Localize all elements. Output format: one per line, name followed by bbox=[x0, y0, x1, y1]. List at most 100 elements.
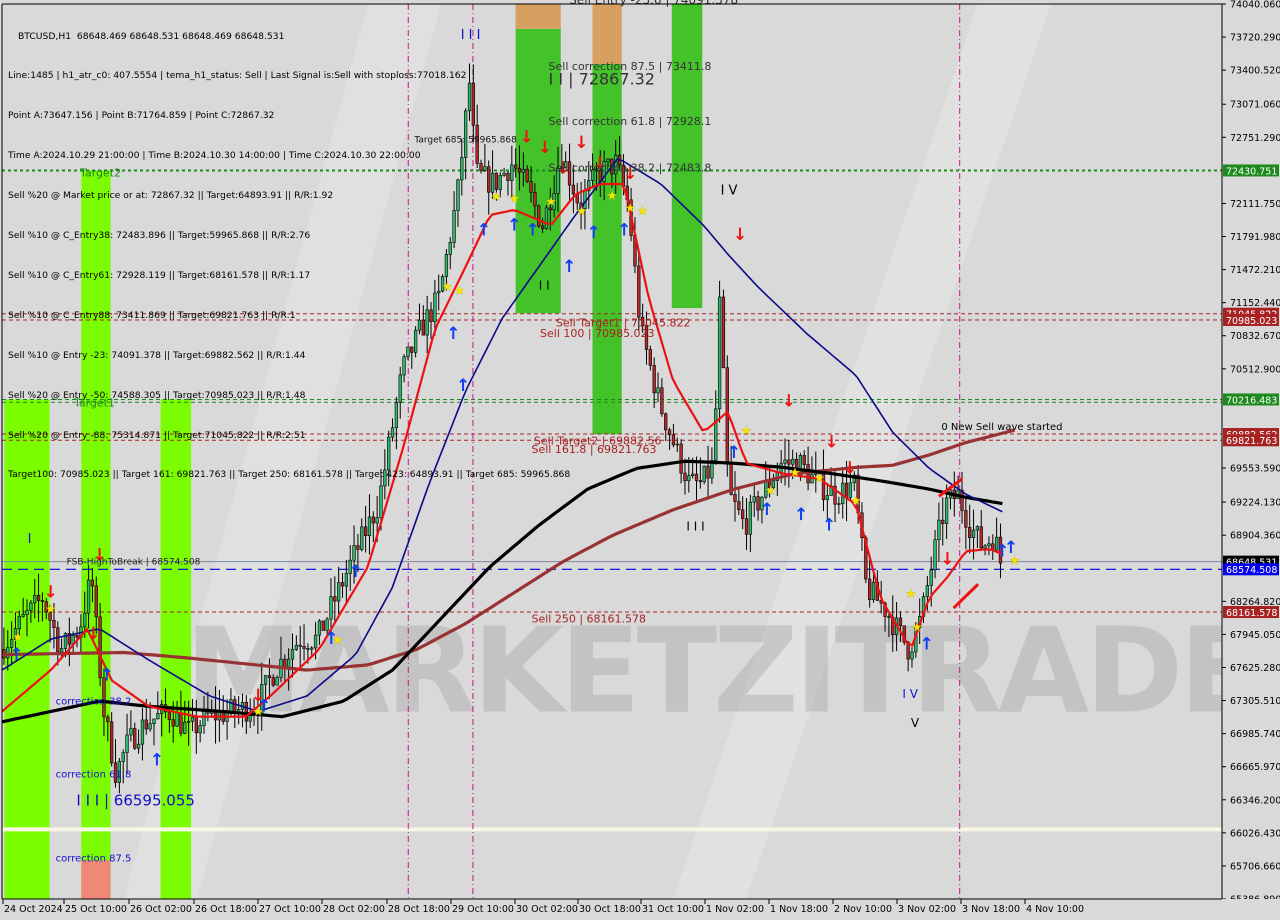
candle-body bbox=[717, 296, 722, 410]
candle bbox=[717, 280, 722, 423]
star-icon: ★ bbox=[851, 494, 862, 508]
candle-body bbox=[271, 677, 275, 686]
star-icon: ★ bbox=[12, 630, 23, 644]
info-line: Sell %10 @ C_Entry88: 73411.869 || Targe… bbox=[8, 309, 296, 321]
candle-body bbox=[248, 715, 252, 722]
candle-body bbox=[979, 526, 983, 549]
buy-arrow-icon: ↑ bbox=[995, 541, 1009, 561]
candle-body bbox=[198, 725, 202, 734]
candle-body bbox=[36, 595, 41, 601]
candle-body bbox=[683, 472, 687, 482]
info-line: Line:1485 | h1_atr_c0: 407.5554 | tema_h… bbox=[8, 70, 467, 82]
buy-arrow-icon: ↑ bbox=[587, 223, 601, 243]
candle-body bbox=[333, 596, 337, 602]
candle-body bbox=[186, 720, 191, 723]
candle-body bbox=[263, 675, 268, 685]
candle-body bbox=[691, 473, 695, 476]
candle-body bbox=[937, 519, 941, 540]
candle-body bbox=[52, 620, 56, 629]
buy-arrow-icon: ↑ bbox=[794, 505, 808, 525]
candle-body bbox=[17, 616, 21, 629]
price-tick-label: 66346.200 bbox=[1230, 795, 1280, 806]
candle-body bbox=[302, 646, 306, 649]
candle-body bbox=[190, 716, 195, 722]
chart-annotation: Sell 250 | 68161.578 bbox=[531, 613, 646, 626]
candle-body bbox=[721, 296, 726, 368]
candle-body bbox=[140, 719, 145, 745]
candle bbox=[702, 465, 706, 485]
sell-arrow-icon: ↓ bbox=[824, 433, 838, 453]
star-icon: ★ bbox=[741, 423, 752, 437]
candle-body bbox=[652, 365, 656, 394]
price-tick-label: 71152.440 bbox=[1230, 298, 1280, 309]
candle-body bbox=[298, 644, 302, 647]
price-tick-label: 72111.750 bbox=[1230, 199, 1280, 210]
candle-body bbox=[748, 501, 753, 535]
candle-body bbox=[244, 702, 248, 722]
info-line: Time A:2024.10.29 21:00:00 | Time B:2024… bbox=[8, 150, 421, 162]
candle-body bbox=[925, 585, 930, 597]
sell-arrow-icon: ↓ bbox=[782, 391, 796, 411]
candle-body bbox=[671, 434, 676, 446]
buy-arrow-icon: ↑ bbox=[920, 634, 934, 654]
buy-arrow-icon: ↑ bbox=[727, 443, 741, 463]
buy-arrow-icon: ↑ bbox=[100, 665, 114, 685]
candle-body bbox=[363, 526, 368, 536]
star-icon: ★ bbox=[253, 705, 264, 719]
candle-body bbox=[125, 734, 129, 753]
candle-body bbox=[148, 723, 152, 730]
candle-body bbox=[317, 620, 322, 636]
candle-body bbox=[171, 719, 175, 727]
candle-body bbox=[337, 582, 341, 602]
time-tick-label: 29 Oct 10:00 bbox=[452, 904, 514, 915]
price-tag-label: 70985.023 bbox=[1226, 316, 1277, 327]
candle-body bbox=[179, 712, 183, 734]
price-tick-label: 69553.590 bbox=[1230, 464, 1280, 475]
candle-body bbox=[167, 711, 172, 720]
price-tag-label: 70216.483 bbox=[1226, 395, 1277, 406]
price-tag-label: 72430.751 bbox=[1226, 166, 1277, 177]
sell-arrow-icon: ↓ bbox=[251, 686, 265, 706]
candle-body bbox=[837, 503, 841, 505]
candle-body bbox=[310, 647, 314, 650]
chart-annotation: Sell correction 61.8 | 72928.1 bbox=[549, 115, 712, 128]
candle-body bbox=[283, 658, 287, 668]
price-tick-label: 70512.900 bbox=[1230, 364, 1280, 375]
candle-body bbox=[75, 635, 79, 638]
candle-body bbox=[329, 596, 333, 620]
chart-annotation: I bbox=[28, 532, 32, 547]
candle-body bbox=[744, 518, 749, 535]
candle-body bbox=[983, 545, 987, 549]
info-line: Sell %20 @ Market price or at: 72867.32 … bbox=[8, 190, 334, 202]
chart-annotation: correction 38.2 bbox=[56, 697, 132, 708]
star-icon: ★ bbox=[765, 483, 776, 497]
candle-body bbox=[290, 649, 295, 660]
chart-annotation: I V bbox=[902, 687, 918, 701]
time-tick-label: 27 Oct 10:00 bbox=[259, 904, 321, 915]
candle-body bbox=[941, 519, 945, 524]
price-tick-label: 73400.520 bbox=[1230, 66, 1280, 77]
time-tick-label: 26 Oct 18:00 bbox=[195, 904, 257, 915]
time-tick-label: 26 Oct 02:00 bbox=[130, 904, 192, 915]
sell-arrow-icon: ↓ bbox=[86, 624, 100, 644]
candle-body bbox=[944, 497, 949, 524]
buy-arrow-icon: ↑ bbox=[349, 562, 363, 582]
candle-body bbox=[183, 721, 187, 734]
candle-body bbox=[868, 578, 872, 600]
candle-body bbox=[694, 473, 699, 481]
candle-body bbox=[59, 648, 64, 653]
candle-body bbox=[175, 712, 179, 727]
candle-body bbox=[313, 634, 318, 649]
time-tick-label: 28 Oct 02:00 bbox=[323, 904, 385, 915]
info-panel: BTCUSD,H1 68648.469 68648.531 68648.469 … bbox=[8, 3, 570, 495]
sell-arrow-icon: ↓ bbox=[733, 225, 747, 245]
candle-body bbox=[106, 716, 110, 723]
candle-body bbox=[21, 614, 25, 617]
candle-body bbox=[360, 526, 364, 550]
price-tick-label: 67945.050 bbox=[1230, 630, 1280, 641]
candle-body bbox=[121, 752, 125, 762]
chart-annotation: FSB-HighToBreak | 68574.508 bbox=[67, 558, 201, 568]
candle-body bbox=[844, 482, 849, 498]
candle bbox=[721, 289, 726, 369]
price-tick-label: 69224.130 bbox=[1230, 498, 1280, 509]
